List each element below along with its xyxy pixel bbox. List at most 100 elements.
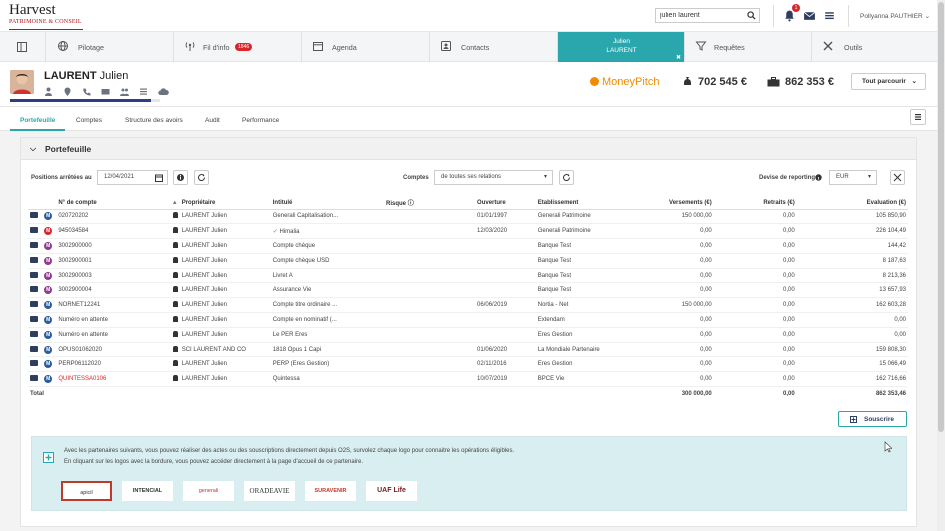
table-row[interactable]: M 3002900001 LAURENT Julien Compte chèque U… [28,253,908,269]
account-icon[interactable] [30,375,38,382]
table-row[interactable]: M 020720202 LAURENT Julien Generali Capital… [28,209,908,225]
account-icon[interactable] [30,241,38,248]
info-icon[interactable] [815,174,822,181]
table-row[interactable]: M QUINTESSA0106 LAURENT Julien Quintessa 10/… [28,371,908,388]
moneypitch-link[interactable]: MoneyPitch [590,76,659,88]
account-icon[interactable] [30,227,38,234]
partner-logo-intencial[interactable]: INTENCIAL [122,481,173,501]
account-number[interactable]: 020720202 [56,209,170,225]
info-button[interactable] [173,170,188,185]
table-row[interactable]: M 3002900004 LAURENT Julien Assurance Vie Ba… [28,282,908,299]
account-number[interactable]: 945034584 [56,223,170,240]
col-intitule[interactable]: Intitulé [270,197,385,210]
partner-logo-apicil[interactable]: apicil [61,481,112,501]
account-number[interactable]: OPUS01062020 [56,342,170,358]
account-icon[interactable] [30,286,38,293]
tout-parcourir-dropdown[interactable]: Tout parcourir ⌄ [851,73,926,90]
table-row[interactable]: M Numéro en attente LAURENT Julien Le PER E… [28,327,908,343]
menu-icon[interactable] [823,9,836,22]
account-number[interactable]: 3002900000 [56,238,170,254]
search-field[interactable] [655,8,760,23]
table-row[interactable]: M Numéro en attente LAURENT Julien Compte e… [28,312,908,328]
souscrire-button[interactable]: Souscrire [838,411,907,427]
tab-comptes[interactable]: Comptes [76,117,102,124]
account-title[interactable]: Compte en nominatif (... [270,312,385,328]
mail-icon[interactable] [803,9,816,22]
account-icon[interactable] [30,256,38,263]
account-icon[interactable] [30,271,38,278]
col-versements[interactable]: Versements (€) [626,197,714,210]
nav-pilotage[interactable]: Pilotage [46,32,174,62]
account-number[interactable]: 3002900003 [56,268,170,284]
devise-select[interactable]: EUR ▾ [829,170,877,185]
account-number[interactable]: 3002900001 [56,253,170,269]
search-icon[interactable] [747,11,756,20]
col-risque[interactable]: Risque ⓘ [384,197,476,210]
nav-fil-info[interactable]: Fil d'info 1846 [174,32,302,62]
account-number[interactable]: PERP06112020 [56,356,170,373]
close-icon[interactable]: ✖ [676,54,681,61]
col-evaluation[interactable]: Evaluation (€) [796,197,908,210]
nav-outils[interactable]: Outils [812,32,937,62]
table-row[interactable]: M 3002900003 LAURENT Julien Livret A Banque … [28,268,908,284]
comptes-refresh-button[interactable] [559,170,574,185]
collapse-button[interactable] [890,170,905,185]
col-ouverture[interactable]: Ouverture [475,197,536,210]
account-icon[interactable] [30,345,38,352]
scrollbar[interactable] [937,0,945,531]
account-title[interactable]: Compte chèque [270,238,385,254]
account-number[interactable]: QUINTESSA0106 [56,371,170,388]
table-row[interactable]: M PERP06112020 LAURENT Julien PERP (Eres Ge… [28,356,908,373]
table-row[interactable]: M NORNET12241 LAURENT Julien Compte titre o… [28,297,908,314]
col-retraits[interactable]: Retraits (€) [713,197,797,210]
family-icon[interactable] [120,87,129,96]
partner-logo-generali[interactable]: generali [183,481,234,501]
nav-agenda[interactable]: Agenda [302,32,430,62]
location-icon[interactable] [63,87,72,96]
account-icon[interactable] [30,301,38,308]
phone-icon[interactable] [82,87,91,96]
account-title[interactable]: PERP (Eres Gestion) [270,356,385,373]
account-number[interactable]: 3002900004 [56,282,170,299]
cloud-icon[interactable] [158,87,169,96]
nav-client-tab[interactable]: Julien LAURENT ✖ [558,32,685,62]
nav-home[interactable] [0,32,46,62]
tab-performance[interactable]: Performance [242,117,279,124]
tab-audit[interactable]: Audit [205,117,220,124]
account-title[interactable]: Assurance Vie [270,282,385,299]
account-title[interactable]: Quintessa [270,371,385,388]
account-number[interactable]: Numéro en attente [56,327,170,343]
account-number[interactable]: NORNET12241 [56,297,170,314]
refresh-button[interactable] [194,170,209,185]
table-row[interactable]: M 945034584 LAURENT Julien ✓ Himalia 12/03/2… [28,223,908,240]
account-icon[interactable] [30,330,38,337]
table-row[interactable]: M OPUS01062020 SCI LAURENT AND CO 1818 Opus… [28,342,908,358]
sort-icon[interactable]: ▲ [169,197,180,210]
account-icon[interactable] [30,212,38,219]
user-menu[interactable]: Pollyanna PAUTHIER ⌄ [860,12,930,20]
account-title[interactable]: 1818 Opus 1 Capi [270,342,385,358]
partner-logo-suravenir[interactable]: SURAVENIR [305,481,356,501]
partner-logo-uaf-life[interactable]: UAF Life [366,481,417,501]
col-numero[interactable]: N° de compte [56,197,170,210]
account-title[interactable]: ✓ Himalia [270,223,385,240]
account-title[interactable]: Livret A [270,268,385,284]
mail-icon[interactable] [101,87,110,96]
account-title[interactable]: Generali Capitalisation... [270,209,385,225]
nav-requetes[interactable]: Requêtes [685,32,812,62]
col-etablissement[interactable]: Etablissement [535,197,627,210]
tabs-menu-button[interactable] [910,109,926,125]
account-title[interactable]: Compte chèque USD [270,253,385,269]
account-title[interactable]: Le PER Eres [270,327,385,343]
nav-contacts[interactable]: Contacts [430,32,558,62]
account-icon[interactable] [30,360,38,367]
list-icon[interactable] [139,87,148,96]
table-row[interactable]: M 3002900000 LAURENT Julien Compte chèque Ba… [28,238,908,254]
account-number[interactable]: Numéro en attente [56,312,170,328]
person-icon[interactable] [44,87,53,96]
comptes-select[interactable]: de toutes ses relations ▾ [434,170,553,185]
harvest-logo[interactable]: Harvest PATRIMOINE & CONSEIL [9,3,89,30]
col-proprietaire[interactable]: Propriétaire [179,197,271,210]
partner-logo-oradeavie[interactable]: ORADEAVIE [244,481,295,501]
search-input[interactable] [656,9,741,22]
